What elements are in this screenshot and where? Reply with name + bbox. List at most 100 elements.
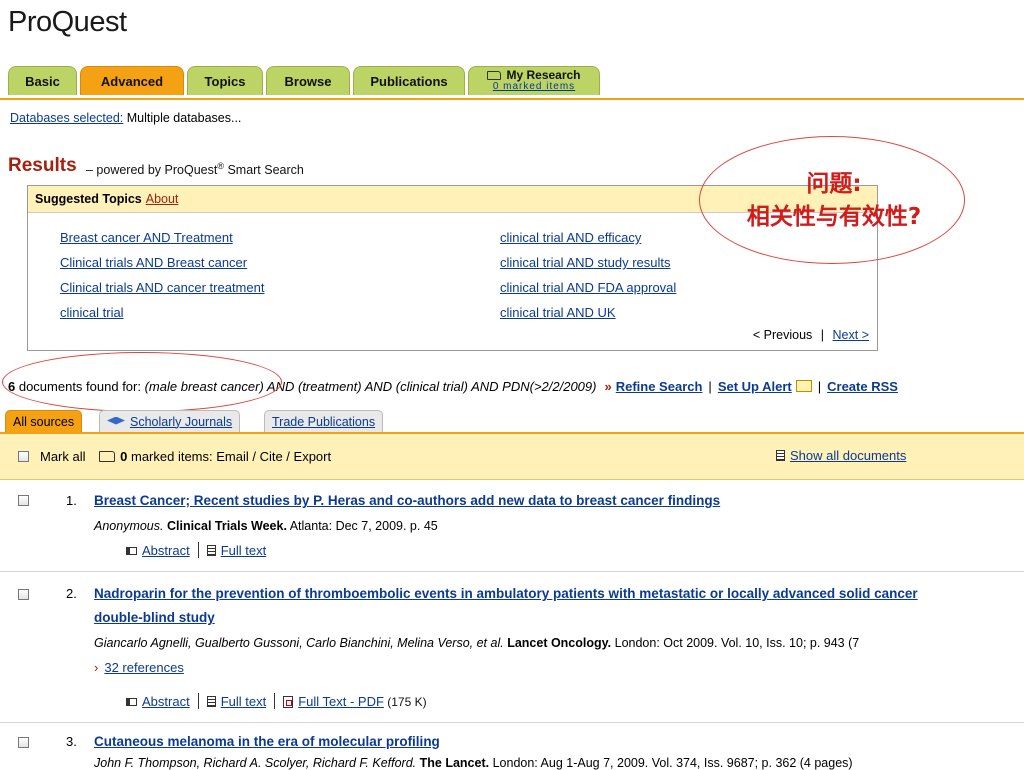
- graduation-cap-icon: [107, 416, 125, 425]
- result-number: 1.: [66, 493, 77, 508]
- mark-all-checkbox[interactable]: [18, 451, 29, 462]
- suggested-topic-link[interactable]: Clinical trials AND cancer treatment: [60, 280, 264, 295]
- result-citation: Giancarlo Agnelli, Gualberto Gussoni, Ca…: [94, 636, 859, 650]
- next-link[interactable]: Next >: [833, 328, 869, 342]
- tab-advanced[interactable]: Advanced: [80, 66, 184, 95]
- suggested-pager: < Previous | Next >: [753, 328, 869, 342]
- results-subtitle-b: Smart Search: [223, 163, 304, 178]
- suggested-topic-link[interactable]: Clinical trials AND Breast cancer: [60, 255, 247, 270]
- pdf-icon: [283, 696, 294, 708]
- separator: |: [817, 379, 822, 394]
- full-text-pdf-link[interactable]: Full Text - PDF: [298, 694, 384, 709]
- databases-value: Multiple databases...: [123, 111, 242, 125]
- results-toolbar: Mark all 0 marked items: Email / Cite / …: [0, 432, 1024, 480]
- references-link[interactable]: 32 references: [104, 660, 184, 675]
- result-title-link-cont[interactable]: double-blind study: [94, 610, 215, 625]
- suggested-topic-link[interactable]: clinical trial AND study results: [500, 255, 671, 270]
- result-citation: Anonymous. Clinical Trials Week. Atlanta…: [94, 519, 438, 533]
- create-rss-link[interactable]: Create RSS: [827, 379, 898, 394]
- tab-publications[interactable]: Publications: [353, 66, 465, 95]
- results-subtitle-a: – powered by ProQuest: [86, 163, 218, 178]
- result-title-link[interactable]: Nadroparin for the prevention of thrombo…: [94, 586, 918, 601]
- result-author: Anonymous.: [94, 519, 164, 533]
- suggested-topic-link[interactable]: clinical trial: [60, 305, 124, 320]
- result-publication: Clinical Trials Week.: [166, 519, 287, 533]
- tab-underline: [0, 98, 1024, 100]
- suggested-topic-link[interactable]: clinical trial AND UK: [500, 305, 616, 320]
- abstract-icon: [126, 547, 137, 555]
- mail-icon[interactable]: [795, 380, 812, 392]
- abstract-link[interactable]: Abstract: [142, 694, 190, 709]
- tab-topics[interactable]: Topics: [187, 66, 263, 95]
- suggested-topics-title: Suggested Topics About: [35, 192, 178, 206]
- result-author: Giancarlo Agnelli, Gualberto Gussoni, Ca…: [94, 636, 504, 650]
- tab-all-sources[interactable]: All sources: [5, 410, 83, 432]
- chevron-right-icon: ›: [94, 660, 99, 675]
- result-format-links: Abstract Full text Full Text - PDF (175 K): [126, 693, 427, 709]
- callout-line-1: 问题:: [806, 171, 862, 197]
- show-all-documents-link[interactable]: Show all documents: [790, 448, 906, 463]
- my-research-label: My Research: [487, 68, 581, 82]
- references-row: › 32 references: [94, 660, 184, 675]
- abstract-link[interactable]: Abstract: [142, 543, 190, 558]
- databases-selected: Databases selected: Multiple databases..…: [10, 111, 241, 125]
- full-text-icon: [206, 545, 216, 556]
- result-title-link[interactable]: Breast Cancer; Recent studies by P. Hera…: [94, 493, 720, 508]
- callout-line-2: 相关性与有效性?: [746, 204, 922, 230]
- full-text-icon: [206, 696, 216, 707]
- abstract-icon: [126, 698, 137, 706]
- set-up-alert-link[interactable]: Set Up Alert: [718, 379, 792, 394]
- trade-publications-label: Trade Publications: [272, 414, 376, 429]
- refine-search-link[interactable]: Refine Search: [616, 379, 703, 394]
- suggested-topic-link[interactable]: clinical trial AND FDA approval: [500, 280, 676, 295]
- divider: [197, 693, 199, 709]
- show-all-group: Show all documents: [776, 448, 906, 463]
- databases-selected-link[interactable]: Databases selected:: [10, 111, 123, 125]
- previous-link[interactable]: < Previous: [753, 328, 812, 342]
- main-tabbar: Basic Advanced Topics Browse Publication…: [8, 66, 1024, 97]
- about-link[interactable]: About: [146, 192, 179, 206]
- marked-items-link[interactable]: 0 marked items: [493, 81, 575, 93]
- results-heading: Results: [8, 155, 77, 176]
- result-details: London: Oct 2009. Vol. 10, Iss. 10; p. 9…: [611, 636, 860, 650]
- result-checkbox[interactable]: [18, 495, 29, 506]
- full-text-link[interactable]: Full text: [221, 694, 267, 709]
- marked-items-actions[interactable]: marked items: Email / Cite / Export: [127, 449, 331, 464]
- suggested-title-text: Suggested Topics: [35, 192, 142, 206]
- tab-scholarly-journals[interactable]: Scholarly Journals: [99, 410, 241, 432]
- all-sources-label: All sources: [13, 414, 75, 429]
- result-checkbox[interactable]: [18, 589, 29, 600]
- proquest-logo: ProQuest: [8, 6, 127, 38]
- tab-basic[interactable]: Basic: [8, 66, 77, 95]
- my-research-text: My Research: [506, 68, 581, 82]
- suggested-topic-link[interactable]: clinical trial AND efficacy: [500, 230, 641, 245]
- registered-mark: ®: [217, 161, 224, 171]
- result-format-links: Abstract Full text: [126, 542, 266, 558]
- full-text-link[interactable]: Full text: [221, 543, 267, 558]
- tab-trade-publications[interactable]: Trade Publications: [264, 410, 384, 432]
- result-details: Atlanta: Dec 7, 2009. p. 45: [286, 519, 438, 533]
- mark-all-label: Mark all: [40, 449, 86, 464]
- result-publication: Lancet Oncology.: [507, 636, 612, 650]
- separator: |: [708, 379, 712, 394]
- document-icon: [776, 450, 785, 461]
- pdf-size: (175 K): [383, 695, 427, 709]
- result-number: 2.: [66, 586, 77, 601]
- raquo-glyph: »: [604, 379, 612, 394]
- callout-text: 问题: 相关性与有效性?: [714, 168, 954, 234]
- folder-icon: [99, 451, 116, 462]
- mark-all-group: Mark all 0 marked items: Email / Cite / …: [40, 449, 331, 464]
- folder-icon: [487, 71, 502, 80]
- tab-browse[interactable]: Browse: [266, 66, 350, 95]
- scholarly-journals-label: Scholarly Journals: [130, 414, 233, 429]
- pager-separator: |: [820, 328, 825, 342]
- result-divider: [0, 722, 1024, 723]
- tab-my-research[interactable]: My Research 0 marked items: [468, 66, 600, 95]
- result-checkbox[interactable]: [18, 737, 29, 748]
- count-callout-ellipse: [2, 352, 282, 412]
- suggested-topic-link[interactable]: Breast cancer AND Treatment: [60, 230, 233, 245]
- result-title-link[interactable]: Cutaneous melanoma in the era of molecul…: [94, 734, 440, 749]
- result-number: 3.: [66, 734, 77, 749]
- divider: [197, 542, 199, 558]
- result-divider: [0, 571, 1024, 572]
